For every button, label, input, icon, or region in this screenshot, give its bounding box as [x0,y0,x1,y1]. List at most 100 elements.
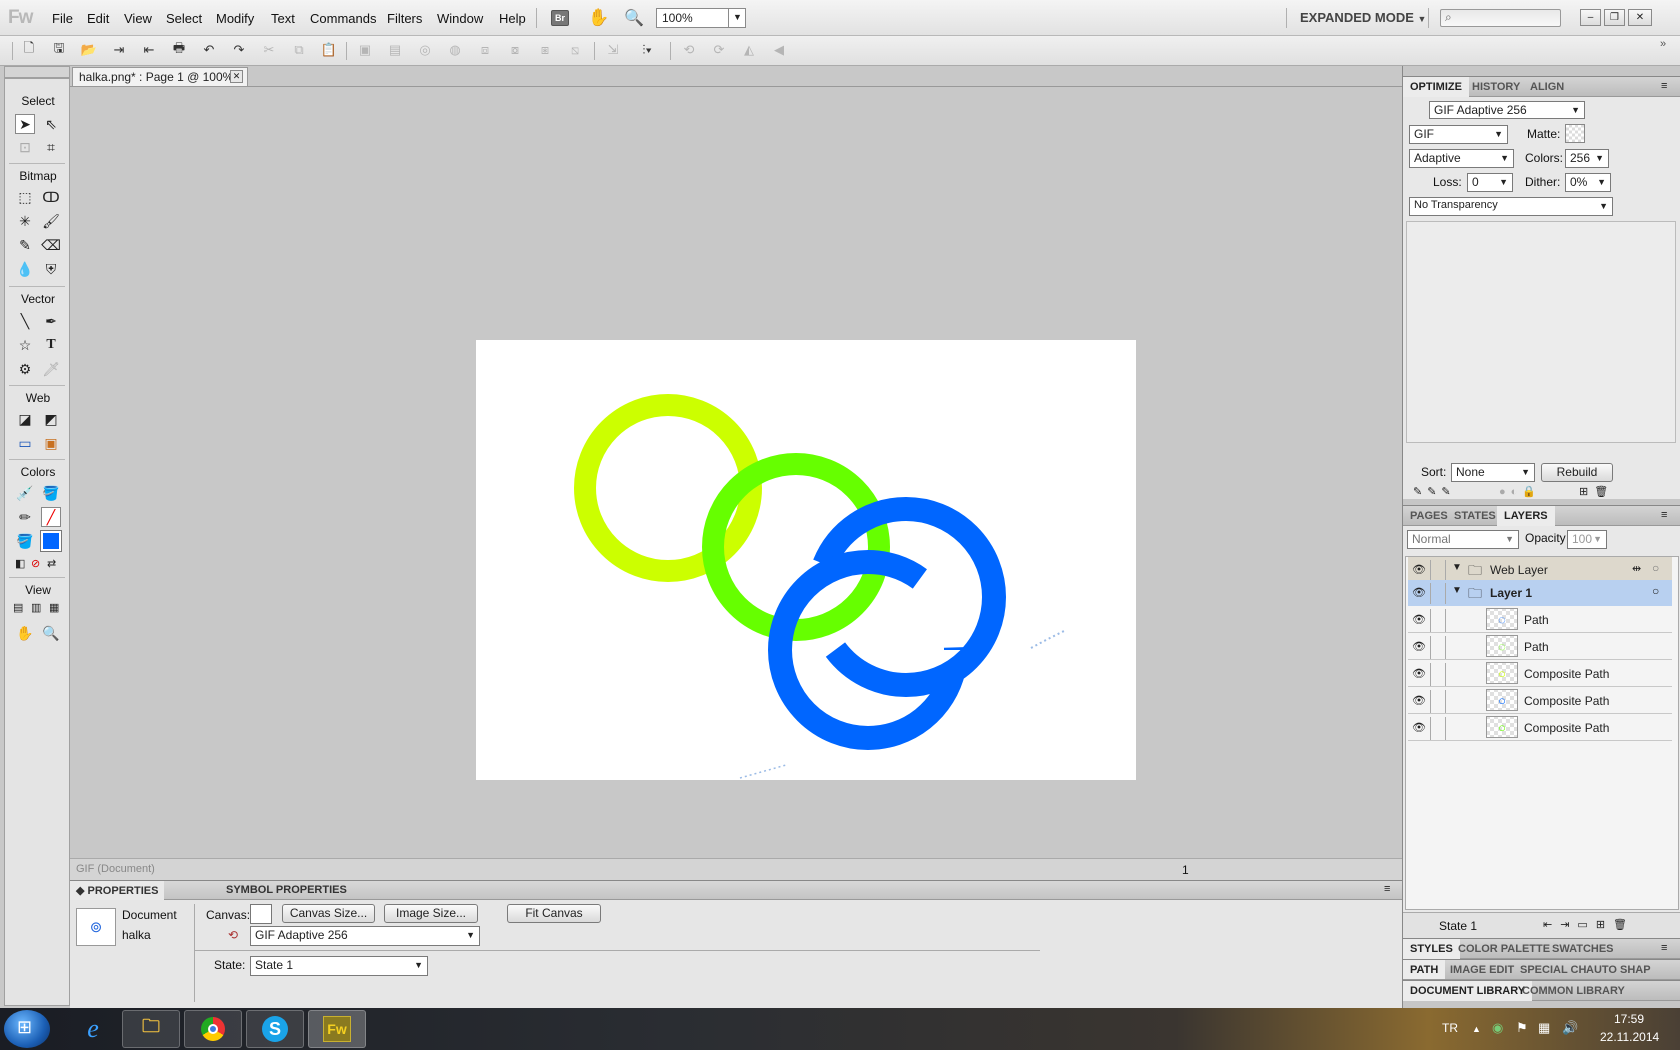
lasso-tool-icon[interactable]: ↀ [41,187,61,207]
tools-panel-header[interactable] [4,66,70,78]
hotspot-tool-icon[interactable]: ◪ [15,409,35,429]
magic-wand-tool-icon[interactable]: ✳ [15,211,35,231]
undo-icon[interactable]: ↶ [200,42,218,58]
eye-icon[interactable]: 👁 [1412,563,1426,576]
show-slices-icon[interactable]: ▣ [41,433,61,453]
eye-icon[interactable]: 👁 [1412,640,1426,653]
layer-row-layer-1[interactable]: 👁 ▼ 🗀 Layer 1 ○ [1408,580,1672,607]
tab-image-edit[interactable]: IMAGE EDIT [1443,960,1521,979]
tray-app-icon[interactable]: ◉ [1492,1020,1503,1036]
new-file-icon[interactable]: 🗋 [20,40,38,58]
layer-select-circle-icon[interactable]: ○ [1652,561,1659,575]
layer-select-circle-icon[interactable]: ○ [1652,584,1659,598]
layer-row-object[interactable]: 👁 ◌ Path [1408,633,1672,660]
dither-input[interactable]: 0% ▼ [1565,173,1611,192]
action-center-flag-icon[interactable]: ⚑ [1516,1020,1528,1036]
image-size-button[interactable]: Image Size... [384,904,478,923]
clock-time[interactable]: 17:59 [1614,1012,1644,1026]
export-icon[interactable]: ⇤ [140,42,158,58]
copy-icon[interactable]: ⧉ [290,42,308,58]
tab-symbol-properties[interactable]: SYMBOL PROPERTIES [220,881,353,900]
standard-screen-mode-icon[interactable]: ▤ [13,601,23,614]
paste-icon[interactable]: 📋 [320,42,338,58]
sort-select[interactable]: None ▼ [1451,463,1535,482]
bring-front-icon[interactable]: ⧈ [476,42,494,58]
hand-tool-icon[interactable]: ✋ [15,623,35,643]
full-screen-menus-icon[interactable]: ▥ [31,601,41,614]
loss-input[interactable]: 0 ▼ [1467,173,1513,192]
join-icon[interactable]: ◎ [416,42,434,58]
panel-menu-icon[interactable]: ≡ [1384,883,1390,895]
align-dropdown-icon[interactable]: ⫶▾ [632,42,662,58]
state-select[interactable]: State 1 ▼ [250,956,428,976]
zoom-icon[interactable]: 🔍 [624,8,644,28]
pencil-tool-icon[interactable]: ✎ [15,235,35,255]
color-table-add-delete-icons[interactable]: ⊞🗑 [1579,485,1614,498]
menu-text[interactable]: Text [271,11,295,26]
color-table-lock-icons[interactable]: ●◐🔒 [1499,485,1541,498]
tab-document-library[interactable]: DOCUMENT LIBRARY [1403,981,1533,1001]
eye-icon[interactable]: 👁 [1412,694,1426,707]
chrome-icon[interactable] [184,1010,242,1048]
lock-cell[interactable] [1430,636,1446,659]
menu-file[interactable]: File [52,11,73,26]
marquee-tool-icon[interactable]: ⬚ [15,187,35,207]
chevron-down-icon[interactable]: ▼ [728,8,746,28]
save-icon[interactable]: 🖫 [50,40,68,58]
distribute-icon[interactable]: ⇲ [604,42,622,58]
document-tab[interactable]: halka.png* : Page 1 @ 100% [72,67,248,86]
close-button[interactable]: ✕ [1628,9,1652,26]
panel-menu-icon[interactable]: ≡ [1661,80,1667,92]
ungroup-icon[interactable]: ▤ [386,42,404,58]
skype-icon[interactable]: S [246,1010,304,1048]
menu-filters[interactable]: Filters [387,11,422,26]
tab-properties[interactable]: ◆ PROPERTIES [70,881,165,900]
layer-row-object[interactable]: 👁 ○ Composite Path [1408,687,1672,714]
stroke-color-icon[interactable]: ✏ [15,507,35,527]
open-icon[interactable]: 📂 [80,42,98,58]
blend-mode-select[interactable]: Normal ▼ [1407,530,1519,549]
fill-color-swatch[interactable] [40,530,62,552]
restore-button[interactable]: ❐ [1604,9,1625,26]
slice-tool-icon[interactable]: ◩ [41,409,61,429]
eye-icon[interactable]: 👁 [1412,667,1426,680]
menu-window[interactable]: Window [437,11,483,26]
blue-ring-back[interactable] [806,497,1006,697]
lock-cell[interactable] [1430,609,1446,632]
network-icon[interactable]: ▦ [1538,1020,1550,1036]
flip-vertical-icon[interactable]: ◀ [770,42,788,58]
colors-count-select[interactable]: 256 ▼ [1565,149,1609,168]
hand-icon[interactable]: ✋ [588,8,609,28]
freeform-tool-icon[interactable]: ⚙ [15,359,35,379]
rebuild-button[interactable]: Rebuild [1541,463,1613,482]
rotate-right-icon[interactable]: ⟳ [710,42,728,58]
lock-cell[interactable] [1430,690,1446,713]
tab-states[interactable]: STATES [1447,506,1503,526]
redo-icon[interactable]: ↷ [230,42,248,58]
layer-row-object[interactable]: 👁 ◌ Path [1408,606,1672,633]
menu-commands[interactable]: Commands [310,11,376,26]
tab-auto-shape[interactable]: AUTO SHAP [1579,960,1658,979]
fireworks-taskbar-button[interactable]: Fw [308,1010,366,1048]
lock-cell[interactable] [1430,560,1446,581]
paint-bucket-tool-icon[interactable]: 🪣 [41,483,61,503]
expand-panels-icon[interactable]: » [1660,38,1666,50]
bridge-button[interactable]: Br [551,10,569,26]
stroke-color-swatch[interactable]: ╱ [41,507,61,527]
rubber-stamp-tool-icon[interactable]: ⛨ [41,259,61,279]
scale-tool-icon[interactable]: ⊡ [15,137,35,157]
layer-row-object[interactable]: 👁 ○ Composite Path [1408,714,1672,741]
tab-layers[interactable]: LAYERS [1497,506,1555,526]
pen-tool-icon[interactable]: ✒ [41,311,61,331]
send-backward-icon[interactable]: ⧆ [536,42,554,58]
tab-swatches[interactable]: SWATCHES [1545,939,1621,959]
clock-date[interactable]: 22.11.2014 [1600,1030,1659,1044]
menu-modify[interactable]: Modify [216,11,254,26]
split-icon[interactable]: ◍ [446,42,464,58]
eye-icon[interactable]: 👁 [1412,613,1426,626]
cut-icon[interactable]: ✂ [260,42,278,58]
full-screen-mode-icon[interactable]: ▦ [49,601,59,614]
start-button[interactable]: ⊞ [4,1010,50,1048]
palette-select[interactable]: Adaptive ▼ [1409,149,1514,168]
expand-triangle-icon[interactable]: ▼ [1452,585,1462,596]
